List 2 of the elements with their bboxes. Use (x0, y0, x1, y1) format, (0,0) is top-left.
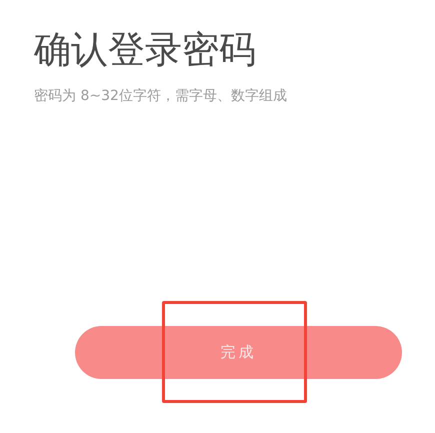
password-hint: 密码为 8~32位字符，需字母、数字组成 (34, 87, 287, 106)
page-title: 确认登录密码 (34, 28, 256, 72)
